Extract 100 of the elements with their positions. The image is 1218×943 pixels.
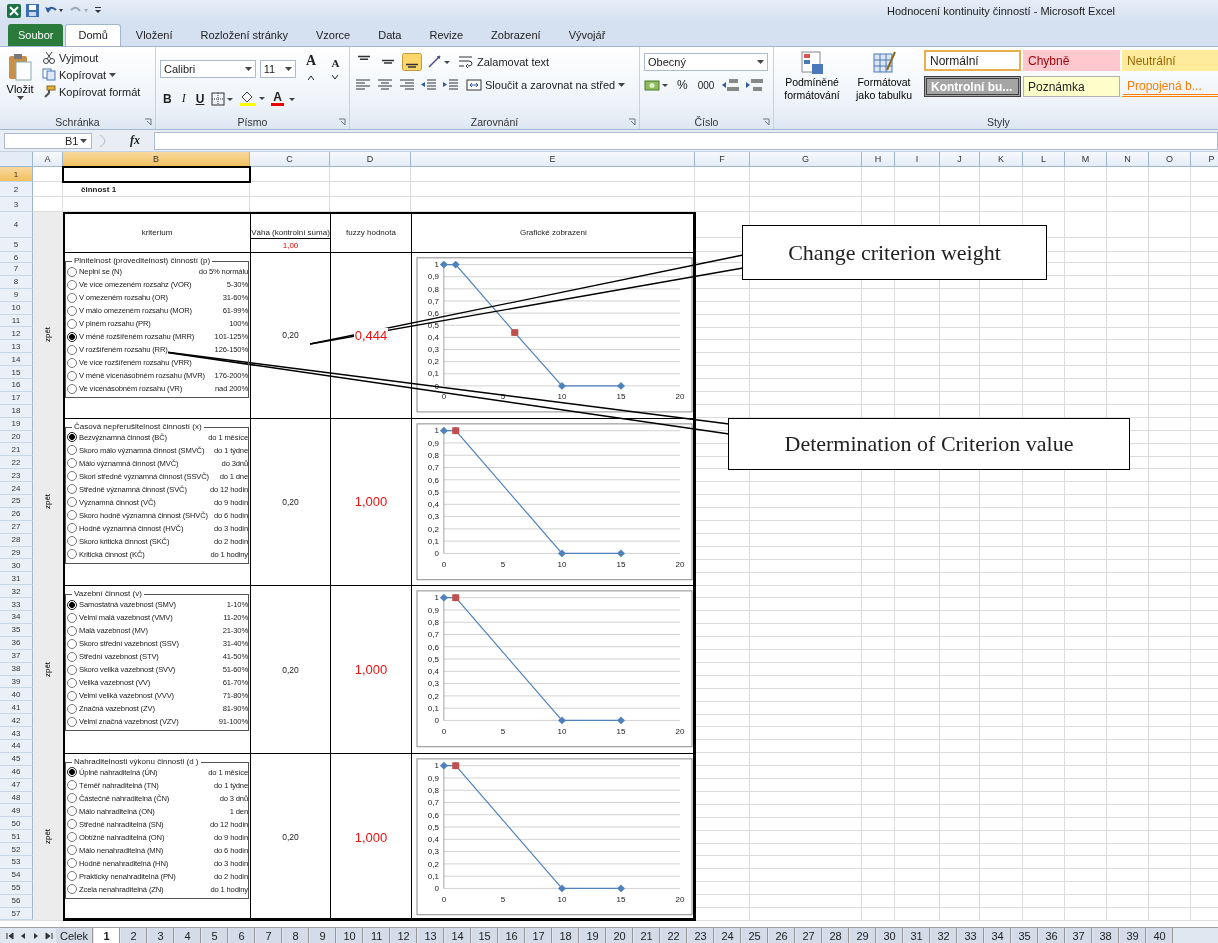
sheet-tab[interactable]: 28: [823, 928, 850, 943]
align-left-icon[interactable]: [354, 78, 372, 92]
sheet-tab[interactable]: 39: [1120, 928, 1147, 943]
back-button[interactable]: zpět: [43, 327, 53, 343]
row-header[interactable]: 1: [0, 167, 33, 182]
sheet-tab[interactable]: 25: [742, 928, 769, 943]
row-header[interactable]: 2: [0, 182, 33, 197]
sheet-tab[interactable]: 10: [337, 928, 364, 943]
sheet-tab[interactable]: 38: [1093, 928, 1120, 943]
column-header[interactable]: L: [1023, 152, 1065, 167]
format-as-table-button[interactable]: Formátovat jako tabulku: [850, 50, 918, 114]
sheet-tab[interactable]: 34: [985, 928, 1012, 943]
sheet-tab[interactable]: Celek: [56, 928, 94, 943]
row-header[interactable]: 6: [0, 252, 33, 263]
sheet-tab[interactable]: 1: [94, 928, 121, 943]
sheet-tab[interactable]: 35: [1012, 928, 1039, 943]
last-sheet-icon[interactable]: [43, 929, 55, 942]
sheet-tab[interactable]: 22: [661, 928, 688, 943]
sheet-tab[interactable]: 16: [499, 928, 526, 943]
ribbon-tab[interactable]: Vzorce: [302, 24, 364, 46]
row-header[interactable]: 23: [0, 469, 33, 483]
row-header[interactable]: 49: [0, 804, 33, 818]
back-button[interactable]: zpět: [43, 661, 53, 677]
underline-button[interactable]: U: [192, 91, 208, 106]
row-header[interactable]: 50: [0, 817, 33, 831]
save-icon[interactable]: [25, 3, 40, 18]
ribbon-tab[interactable]: Revize: [416, 24, 477, 46]
column-header[interactable]: E: [411, 152, 695, 167]
ribbon-tab[interactable]: Zobrazení: [478, 24, 554, 46]
cut-button[interactable]: Vyjmout: [40, 50, 143, 65]
excel-logo-icon[interactable]: [6, 2, 22, 19]
insert-function-button[interactable]: fx: [120, 133, 150, 148]
sheet-tab[interactable]: 37: [1066, 928, 1093, 943]
column-header[interactable]: C: [250, 152, 330, 167]
bold-button[interactable]: B: [160, 91, 175, 106]
column-header[interactable]: J: [940, 152, 980, 167]
row-header[interactable]: 21: [0, 443, 33, 457]
formula-input[interactable]: [154, 131, 1218, 150]
sheet-tab[interactable]: 13: [418, 928, 445, 943]
wrap-text-button[interactable]: Zalamovat text: [456, 54, 552, 70]
font-size-field[interactable]: 11: [259, 60, 297, 78]
sheet-tab[interactable]: 26: [769, 928, 796, 943]
row-header[interactable]: 7: [0, 263, 33, 276]
sheet-tab[interactable]: 20: [607, 928, 634, 943]
sheet-tab[interactable]: 31: [904, 928, 931, 943]
sheet-tab[interactable]: 32: [931, 928, 958, 943]
row-header[interactable]: 15: [0, 366, 33, 379]
dialog-launcher-icon[interactable]: [338, 118, 346, 126]
sheet-tab[interactable]: 8: [283, 928, 310, 943]
row-header[interactable]: 41: [0, 701, 33, 715]
sheet-tab[interactable]: 4: [175, 928, 202, 943]
sheet-tab[interactable]: 12: [391, 928, 418, 943]
sheet-tab[interactable]: 9: [310, 928, 337, 943]
sheet-tab[interactable]: 14: [445, 928, 472, 943]
ribbon-tab[interactable]: Soubor: [8, 24, 64, 46]
back-button[interactable]: zpět: [43, 829, 53, 845]
column-header[interactable]: G: [750, 152, 862, 167]
row-header[interactable]: 14: [0, 353, 33, 367]
decrease-decimal-icon[interactable]: [745, 77, 766, 93]
column-header[interactable]: P: [1191, 152, 1218, 167]
format-painter-button[interactable]: Kopírovat formát: [40, 84, 143, 99]
cell-style-option[interactable]: Chybně: [1023, 50, 1120, 71]
row-header[interactable]: 31: [0, 572, 33, 586]
ribbon-tab[interactable]: Vývojář: [555, 24, 619, 46]
borders-icon[interactable]: [211, 91, 236, 106]
row-header[interactable]: 51: [0, 830, 33, 844]
sheet-tab[interactable]: 21: [634, 928, 661, 943]
row-header[interactable]: 3: [0, 197, 33, 212]
row-header[interactable]: 52: [0, 843, 33, 856]
row-header[interactable]: 32: [0, 585, 33, 599]
currency-icon[interactable]: [644, 77, 670, 93]
paste-button[interactable]: Vložit: [4, 50, 36, 114]
sheet-tab[interactable]: 2: [121, 928, 148, 943]
dialog-launcher-icon[interactable]: [144, 118, 152, 126]
ribbon-tab[interactable]: Vložení: [122, 24, 186, 46]
column-header[interactable]: M: [1065, 152, 1107, 167]
sheet-tab[interactable]: 18: [553, 928, 580, 943]
back-button[interactable]: zpět: [43, 493, 53, 510]
sheet-tab[interactable]: 15: [472, 928, 499, 943]
percent-button[interactable]: %: [674, 78, 691, 92]
column-header[interactable]: A: [33, 152, 63, 167]
sheet-tab[interactable]: 7: [256, 928, 283, 943]
sheet-tab[interactable]: 17: [526, 928, 553, 943]
row-header[interactable]: 34: [0, 611, 33, 624]
sheet-tab[interactable]: 6: [229, 928, 256, 943]
sheet-tab[interactable]: 36: [1039, 928, 1066, 943]
merge-center-button[interactable]: Sloučit a zarovnat na střed: [464, 77, 628, 93]
cell-style-option[interactable]: Poznámka: [1023, 76, 1120, 97]
sheet-tab[interactable]: 33: [958, 928, 985, 943]
sheet-tab[interactable]: 11: [364, 928, 391, 943]
fill-color-icon[interactable]: [239, 91, 268, 106]
dialog-launcher-icon[interactable]: [628, 118, 636, 126]
copy-button[interactable]: Kopírovat: [40, 67, 143, 82]
sheet-tab[interactable]: 3: [148, 928, 175, 943]
decrease-indent-icon[interactable]: [420, 78, 438, 92]
sheet-tab[interactable]: 23: [688, 928, 715, 943]
row-header[interactable]: 16: [0, 379, 33, 392]
font-name-field[interactable]: Calibri: [160, 60, 256, 78]
column-header[interactable]: N: [1107, 152, 1149, 167]
conditional-formatting-button[interactable]: Podmíněné formátování: [778, 50, 846, 114]
